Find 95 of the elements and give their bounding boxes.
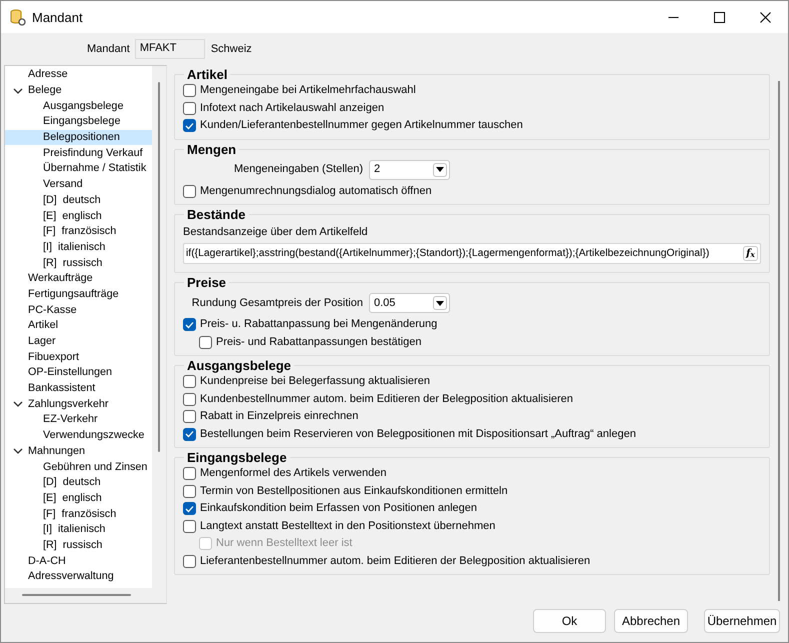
tree-item[interactable]: [I] italienisch [5, 240, 152, 256]
tree-item[interactable]: Adressverwaltung [5, 569, 152, 585]
checkbox-label: Einkaufskondition beim Erfassen von Positionen anlegen [200, 501, 478, 516]
checkbox[interactable] [183, 520, 196, 533]
tree-item[interactable]: Belege [5, 82, 152, 98]
checkbox-label: Nur wenn Bestelltext leer ist [216, 536, 352, 552]
tree-item[interactable]: Versand [5, 176, 152, 192]
tree-item[interactable]: Eingangsbelege [5, 114, 152, 130]
checkbox[interactable] [183, 484, 196, 498]
tree-item[interactable]: PC-Kasse [5, 302, 152, 318]
tree-item[interactable]: Bankassistent [5, 380, 152, 396]
checkbox-label: Kundenbestellnummer autom. beim Editieren der Belegposition aktualisieren [200, 392, 573, 407]
mandant-field[interactable]: MFAKT [134, 39, 205, 59]
function-button[interactable]: f$_{x}$ [743, 246, 758, 261]
app-icon [9, 8, 26, 26]
checkbox-label: Bestellungen beim Reservieren von Belegpositionen mit Dispositionsart „Auftrag“ anlegen [200, 426, 636, 442]
checkbox[interactable] [183, 554, 196, 568]
tree-item[interactable]: Belegpositionen [5, 130, 152, 146]
caret-down-icon [436, 167, 444, 172]
checkbox-label: Mengenformel des Artikels verwenden [200, 466, 386, 482]
scrollbar-thumb[interactable] [22, 594, 131, 596]
tree-item[interactable]: [F] französisch [5, 224, 152, 240]
field-label: Rundung Gesamtpreis der Position [190, 296, 364, 310]
checkbox[interactable] [183, 184, 196, 198]
tree-item[interactable]: [F] französisch [5, 506, 152, 522]
group-title: Mengen [186, 142, 238, 156]
checkbox-label: Infotext nach Artikelauswahl anzeigen [200, 100, 384, 116]
checkbox[interactable] [183, 318, 196, 332]
field-label: Mengeneingaben (Stellen) [232, 162, 364, 177]
tree-item[interactable]: Ausgangsbelege [5, 98, 152, 114]
checkbox[interactable] [183, 410, 196, 424]
group-title: Bestände [186, 207, 247, 222]
mandant-name: Schweiz [210, 42, 252, 56]
checkbox[interactable] [183, 119, 196, 132]
group-title: Eingangsbelege [186, 450, 288, 465]
checkbox[interactable] [199, 336, 212, 349]
dropdown[interactable]: 0.05 [369, 293, 450, 313]
checkbox[interactable] [183, 375, 196, 388]
checkbox-label: Langtext anstatt Bestelltext in den Positionstext übernehmen [200, 518, 496, 534]
checkbox-label: Kundenpreise bei Belegerfassung aktualisieren [200, 374, 430, 390]
maximize-icon [714, 12, 724, 22]
tree-item[interactable]: EZ-Verkehr [5, 412, 152, 428]
checkbox-label: Mengeneingabe bei Artikelmehrfachauswahl [200, 83, 416, 98]
tree-item[interactable]: [R] russisch [5, 538, 152, 554]
dropdown[interactable]: 2 [369, 160, 450, 180]
dialog-button[interactable]: Abbrechen [614, 609, 688, 633]
tree-item[interactable]: Fibuexport [5, 349, 152, 366]
window-title: Mandant [32, 10, 83, 24]
checkbox[interactable] [183, 102, 196, 115]
tree-item[interactable]: [D] deutsch [5, 474, 152, 491]
tree-item[interactable]: Lager [5, 334, 152, 350]
caret-down-icon [436, 300, 444, 306]
checkbox-label: Preis- u. Rabattanpassung bei Mengenänderung [200, 317, 438, 332]
checkbox-label: Lieferantenbestellnummer autom. beim Editieren der Belegposition aktualisieren [200, 554, 590, 569]
tree-item[interactable]: Fertigungsaufträge [5, 286, 152, 302]
tree-item[interactable]: Verwendungszwecke [5, 428, 152, 444]
tree-item[interactable]: Gebühren und Zinsen [5, 459, 152, 475]
tree-item[interactable]: OP-Einstellungen [5, 365, 152, 381]
checkbox[interactable] [183, 84, 196, 98]
tree-item[interactable]: [R] russisch [5, 255, 152, 271]
tree-item[interactable]: Preisfindung Verkauf [5, 145, 152, 162]
group-title: Artikel [186, 67, 228, 82]
checkbox-label: Kunden/Lieferantenbestellnummer gegen Artikelnummer tauschen [200, 118, 523, 134]
formula-field[interactable]: if({Lagerartikel};asstring(bestand({Artikelnummer};{Standort});{Lagermengenformat});{ArtikelbezeichnungOriginal}) f$_{x}$ [183, 243, 761, 264]
tree-item[interactable]: [E] englisch [5, 208, 152, 224]
mandant-label: Mandant [87, 42, 130, 56]
chevron-down-icon[interactable] [13, 400, 23, 408]
tree-item[interactable]: Übernahme / Statistik [5, 161, 152, 177]
checkbox-label: Mengenumrechnungsdialog automatisch öffnen [200, 184, 432, 199]
close-icon [760, 12, 770, 22]
field-label: Bestandsanzeige über dem Artikelfeld [183, 224, 369, 240]
tree-item[interactable]: Artikel [5, 318, 152, 334]
checkbox[interactable] [183, 502, 196, 516]
checkbox[interactable] [183, 467, 196, 480]
tree-item[interactable]: [I] italienisch [5, 522, 152, 538]
dialog-button[interactable]: Übernehmen [704, 609, 780, 633]
dialog-button[interactable]: Ok [533, 609, 606, 633]
tree-item[interactable]: Mahnungen [5, 444, 152, 460]
tree-item[interactable]: [D] deutsch [5, 192, 152, 208]
checkbox-label: Termin von Bestellpositionen aus Einkaufskonditionen ermitteln [200, 484, 508, 499]
group-title: Preise [186, 275, 228, 290]
tree-item[interactable]: Adresse [5, 67, 152, 83]
tree-item[interactable]: Werkaufträge [5, 270, 152, 287]
tree-item[interactable]: Zahlungsverkehr [5, 396, 152, 412]
checkbox-label: Preis- und Rabattanpassungen bestätigen [216, 334, 422, 350]
group-title: Ausgangsbelege [186, 358, 292, 373]
chevron-down-icon[interactable] [13, 447, 23, 456]
checkbox[interactable] [183, 428, 196, 441]
tree-item[interactable]: [E] englisch [5, 490, 152, 506]
chevron-down-icon[interactable] [13, 86, 23, 95]
scrollbar-thumb[interactable] [778, 81, 780, 601]
checkbox-label: Rabatt in Einzelpreis einrechnen [200, 409, 358, 424]
tree-item[interactable]: D-A-CH [5, 553, 152, 569]
scrollbar-thumb[interactable] [158, 82, 160, 452]
checkbox[interactable] [183, 392, 196, 406]
